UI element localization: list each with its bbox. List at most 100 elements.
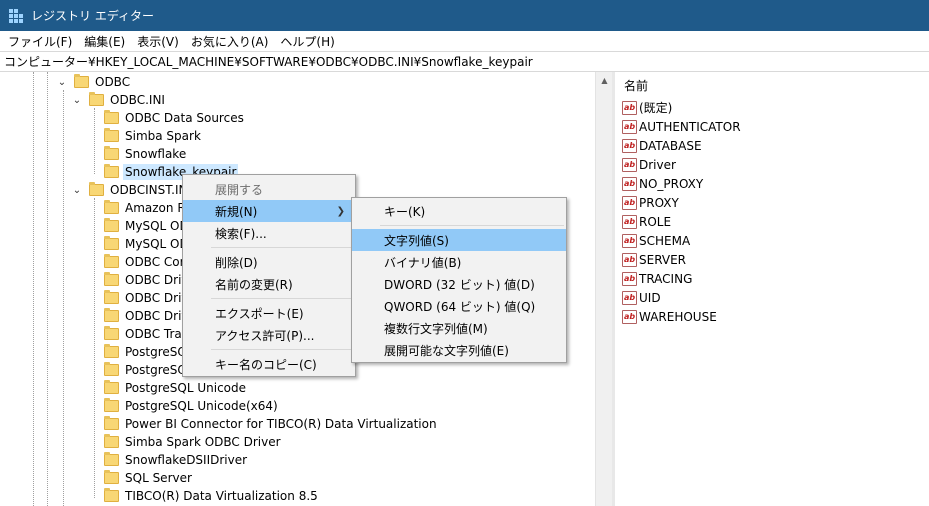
address-path[interactable]: コンピューター¥HKEY_LOCAL_MACHINE¥SOFTWARE¥ODBC…	[4, 53, 533, 70]
tree-node-label: ODBC	[95, 75, 131, 89]
tree-node[interactable]: PostgreSQL Unicode(x64)	[104, 397, 280, 415]
tree-node[interactable]: Simba Spark ODBC Driver	[104, 433, 283, 451]
menu-help[interactable]: ヘルプ(H)	[274, 33, 340, 50]
submenu-item-qword-value[interactable]: QWORD (64 ビット) 値(Q)	[352, 295, 566, 317]
tree-node[interactable]: PostgreSQL Unicode	[104, 379, 248, 397]
string-value-icon: ab	[622, 195, 637, 210]
value-name: (既定)	[639, 101, 673, 115]
tree-node[interactable]: Simba Spark	[104, 127, 203, 145]
value-name: SCHEMA	[639, 233, 691, 248]
menu-favorites[interactable]: お気に入り(A)	[185, 33, 275, 50]
tree-node-odbc[interactable]: ⌄ ODBC	[56, 73, 132, 91]
string-value-icon: ab	[622, 233, 637, 248]
value-row[interactable]: ab SERVER	[615, 250, 929, 269]
tree-guide-line	[47, 72, 48, 506]
value-row[interactable]: ab ROLE	[615, 212, 929, 231]
tree-guide-line	[33, 72, 34, 506]
value-row[interactable]: ab DATABASE	[615, 136, 929, 155]
folder-icon	[104, 146, 119, 160]
menu-item-export[interactable]: エクスポート(E)	[183, 302, 355, 324]
string-value-icon: ab	[622, 138, 637, 153]
scroll-up-icon[interactable]: ▲	[596, 72, 613, 89]
string-value-icon: ab	[622, 252, 637, 267]
value-name: DATABASE	[639, 138, 702, 153]
chevron-down-icon[interactable]: ⌄	[56, 77, 68, 88]
tree-node[interactable]: ODBC Core	[104, 253, 194, 271]
registry-editor-icon	[9, 8, 23, 23]
menu-edit[interactable]: 編集(E)	[78, 33, 131, 50]
menu-item-expand[interactable]: 展開する	[183, 178, 355, 200]
value-row[interactable]: ab UID	[615, 288, 929, 307]
folder-icon	[104, 308, 119, 322]
folder-icon	[104, 488, 119, 502]
chevron-down-icon[interactable]: ⌄	[71, 185, 83, 196]
folder-icon	[104, 164, 119, 178]
folder-icon	[104, 326, 119, 340]
submenu-item-dword-value[interactable]: DWORD (32 ビット) 値(D)	[352, 273, 566, 295]
string-value-icon: ab	[622, 309, 637, 324]
menu-item-permissions[interactable]: アクセス許可(P)...	[183, 324, 355, 346]
folder-icon	[104, 434, 119, 448]
address-bar[interactable]: コンピューター¥HKEY_LOCAL_MACHINE¥SOFTWARE¥ODBC…	[0, 51, 929, 72]
tree-node[interactable]: MySQL OD	[104, 235, 191, 253]
tree-node[interactable]: Snowflake	[104, 145, 188, 163]
string-value-icon: ab	[622, 290, 637, 305]
column-header-name[interactable]: 名前	[615, 72, 929, 98]
submenu-item-multi-string-value[interactable]: 複数行文字列値(M)	[352, 317, 566, 339]
value-row[interactable]: ab AUTHENTICATOR	[615, 117, 929, 136]
folder-icon	[104, 416, 119, 430]
value-row[interactable]: ab (既定)	[615, 98, 929, 117]
value-row[interactable]: ab PROXY	[615, 193, 929, 212]
folder-icon	[89, 92, 104, 106]
submenu-item-key[interactable]: キー(K)	[352, 200, 566, 222]
string-value-icon: ab	[622, 214, 637, 229]
string-value-icon: ab	[622, 157, 637, 172]
value-row[interactable]: ab TRACING	[615, 269, 929, 288]
folder-icon	[104, 452, 119, 466]
folder-icon	[104, 218, 119, 232]
menu-item-find[interactable]: 検索(F)...	[183, 222, 355, 244]
value-name: Driver	[639, 157, 676, 172]
values-pane[interactable]: 名前 ab (既定) ab AUTHENTICATOR ab DATABASE ab Driv…	[615, 72, 929, 506]
tree-node-odbcinst-ini[interactable]: ⌄ ODBCINST.INI	[71, 181, 193, 199]
tree-node-label: MySQL OD	[125, 237, 189, 251]
menu-item-copy-key-name[interactable]: キー名のコピー(C)	[183, 353, 355, 375]
menu-separator	[211, 247, 353, 248]
value-name: PROXY	[639, 195, 679, 210]
chevron-down-icon[interactable]: ⌄	[71, 95, 83, 106]
value-name: NO_PROXY	[639, 176, 704, 191]
tree-node[interactable]: Amazon Re	[104, 199, 195, 217]
tree-node[interactable]: MySQL OD	[104, 217, 191, 235]
submenu-item-string-value[interactable]: 文字列値(S)	[352, 229, 566, 251]
value-row[interactable]: ab WAREHOUSE	[615, 307, 929, 326]
tree-node-odbc-ini[interactable]: ⌄ ODBC.INI	[71, 91, 167, 109]
tree-scrollbar[interactable]: ▲	[595, 72, 612, 506]
tree-node-label: ODBC Data Sources	[125, 111, 244, 125]
tree-node[interactable]: TIBCO(R) Data Virtualization 8.5	[104, 487, 320, 505]
menu-item-rename[interactable]: 名前の変更(R)	[183, 273, 355, 295]
submenu-item-binary-value[interactable]: バイナリ値(B)	[352, 251, 566, 273]
tree-guide-line	[94, 198, 95, 498]
tree-node[interactable]: Power BI Connector for TIBCO(R) Data Vir…	[104, 415, 439, 433]
value-row[interactable]: ab NO_PROXY	[615, 174, 929, 193]
folder-icon	[104, 344, 119, 358]
submenu-item-expandable-string-value[interactable]: 展開可能な文字列値(E)	[352, 339, 566, 361]
value-name: ROLE	[639, 214, 672, 229]
value-row[interactable]: ab Driver	[615, 155, 929, 174]
string-value-icon: ab	[622, 271, 637, 286]
menu-view[interactable]: 表示(V)	[131, 33, 185, 50]
folder-icon	[104, 290, 119, 304]
menu-item-new[interactable]: 新規(N) ❯	[183, 200, 355, 222]
tree-node-label: Simba Spark	[125, 129, 201, 143]
new-submenu: キー(K) 文字列値(S) バイナリ値(B) DWORD (32 ビット) 値(…	[351, 197, 567, 363]
tree-node[interactable]: SnowflakeDSIIDriver	[104, 451, 249, 469]
value-row[interactable]: ab SCHEMA	[615, 231, 929, 250]
tree-guide-line	[63, 90, 64, 506]
menu-file[interactable]: ファイル(F)	[2, 33, 78, 50]
tree-node-label: PostgreSQL Unicode(x64)	[125, 399, 278, 413]
tree-node[interactable]: ODBC Data Sources	[104, 109, 246, 127]
value-list: ab (既定) ab AUTHENTICATOR ab DATABASE ab Driver a…	[615, 98, 929, 326]
menu-item-delete[interactable]: 削除(D)	[183, 251, 355, 273]
tree-node[interactable]: SQL Server	[104, 469, 194, 487]
value-name: WAREHOUSE	[639, 309, 717, 324]
